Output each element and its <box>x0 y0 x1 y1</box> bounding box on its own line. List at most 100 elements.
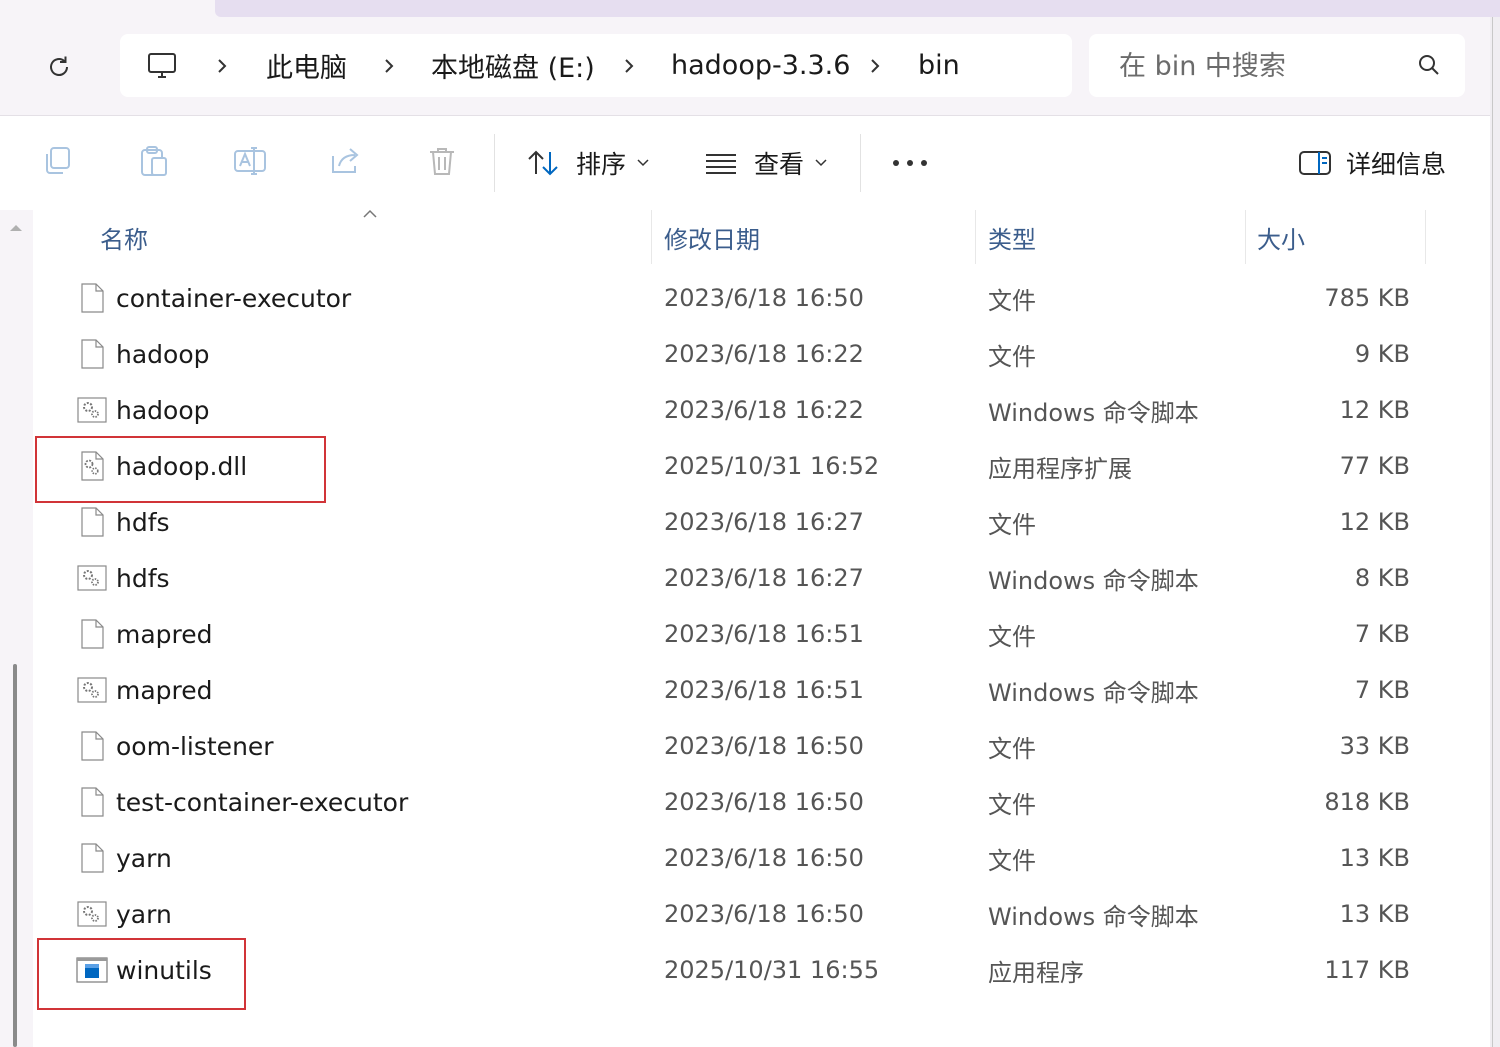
file-name[interactable]: mapred <box>116 606 213 662</box>
search-box[interactable] <box>1089 34 1465 97</box>
search-icon[interactable] <box>1417 53 1441 77</box>
title-strip <box>215 0 1500 17</box>
column-header-size[interactable]: 大小 <box>1257 210 1305 264</box>
file-date: 2023/6/18 16:51 <box>664 676 864 704</box>
script-icon <box>77 677 107 703</box>
share-icon[interactable] <box>329 144 363 178</box>
rename-icon[interactable] <box>233 144 267 178</box>
column-header-type[interactable]: 类型 <box>988 210 1036 264</box>
file-type: Windows 命令脚本 <box>988 678 1199 707</box>
file-size: 7 KB <box>1354 620 1410 648</box>
file-size: 9 KB <box>1354 340 1410 368</box>
breadcrumb-item-hadoop[interactable]: hadoop-3.3.6 <box>671 34 850 97</box>
paste-icon[interactable] <box>137 144 171 178</box>
file-name[interactable]: hdfs <box>116 550 170 606</box>
file-name[interactable]: mapred <box>116 662 213 718</box>
file-date: 2025/10/31 16:52 <box>664 452 880 480</box>
file-name[interactable]: test-container-executor <box>116 774 408 830</box>
file-size: 33 KB <box>1339 732 1410 760</box>
more-button[interactable] <box>890 136 930 190</box>
breadcrumb-item-drive-e[interactable]: 本地磁盘 (E:) <box>431 34 595 97</box>
command-bar: 排序 查看 详细信息 <box>0 115 1490 211</box>
script-icon <box>77 901 107 927</box>
file-row[interactable]: yarn 2023/6/18 16:50 文件 13 KB <box>40 830 1440 886</box>
file-row[interactable]: hadoop.dll 2025/10/31 16:52 应用程序扩展 77 KB <box>40 438 1440 494</box>
script-icon <box>77 397 107 423</box>
file-date: 2023/6/18 16:22 <box>664 396 864 424</box>
chevron-right-icon <box>215 34 229 97</box>
file-name[interactable]: oom-listener <box>116 718 274 774</box>
file-name[interactable]: hadoop <box>116 382 210 438</box>
sort-label: 排序 <box>576 150 627 179</box>
file-type: 应用程序扩展 <box>988 454 1132 483</box>
breadcrumb-item-bin[interactable]: bin <box>918 34 960 97</box>
column-header-name[interactable]: 名称 <box>100 210 148 264</box>
file-row[interactable]: winutils 2025/10/31 16:55 应用程序 117 KB <box>40 942 1440 998</box>
file-date: 2023/6/18 16:50 <box>664 284 864 312</box>
file-row[interactable]: hadoop 2023/6/18 16:22 文件 9 KB <box>40 326 1440 382</box>
file-row[interactable]: container-executor 2023/6/18 16:50 文件 78… <box>40 270 1440 326</box>
file-date: 2025/10/31 16:55 <box>664 956 880 984</box>
column-divider[interactable] <box>975 210 976 264</box>
file-name[interactable]: yarn <box>116 830 172 886</box>
file-row[interactable]: hadoop 2023/6/18 16:22 Windows 命令脚本 12 K… <box>40 382 1440 438</box>
file-icon <box>81 787 104 817</box>
details-pane-icon <box>1299 151 1331 175</box>
chevron-right-icon <box>382 34 396 97</box>
file-size: 818 KB <box>1324 788 1410 816</box>
file-date: 2023/6/18 16:27 <box>664 508 864 536</box>
scroll-up-icon[interactable] <box>8 222 24 234</box>
sort-icon <box>528 150 558 176</box>
file-size: 117 KB <box>1324 956 1410 984</box>
view-button[interactable]: 查看 <box>704 136 828 190</box>
file-type: 应用程序 <box>988 958 1084 987</box>
file-type: 文件 <box>988 622 1036 651</box>
file-row[interactable]: yarn 2023/6/18 16:50 Windows 命令脚本 13 KB <box>40 886 1440 942</box>
file-name[interactable]: container-executor <box>116 270 351 326</box>
file-date: 2023/6/18 16:22 <box>664 340 864 368</box>
exe-icon <box>76 957 108 983</box>
file-name[interactable]: winutils <box>116 942 212 998</box>
column-divider[interactable] <box>1425 210 1426 264</box>
search-input[interactable] <box>1117 44 1411 88</box>
file-type: Windows 命令脚本 <box>988 566 1199 595</box>
breadcrumb[interactable]: 此电脑 本地磁盘 (E:) hadoop-3.3.6 bin <box>120 34 1072 97</box>
file-icon <box>81 731 104 761</box>
file-size: 12 KB <box>1339 396 1410 424</box>
file-size: 13 KB <box>1339 844 1410 872</box>
column-divider[interactable] <box>1245 210 1246 264</box>
column-header-date[interactable]: 修改日期 <box>664 210 760 264</box>
file-row[interactable]: oom-listener 2023/6/18 16:50 文件 33 KB <box>40 718 1440 774</box>
details-label: 详细信息 <box>1346 150 1447 179</box>
file-size: 12 KB <box>1339 508 1410 536</box>
file-row[interactable]: mapred 2023/6/18 16:51 Windows 命令脚本 7 KB <box>40 662 1440 718</box>
file-row[interactable]: test-container-executor 2023/6/18 16:50 … <box>40 774 1440 830</box>
sort-button[interactable]: 排序 <box>526 136 650 190</box>
dll-icon <box>81 451 104 481</box>
file-name[interactable]: hadoop.dll <box>116 438 247 494</box>
file-size: 13 KB <box>1339 900 1410 928</box>
chevron-down-icon <box>815 159 827 167</box>
delete-icon[interactable] <box>425 144 459 178</box>
file-icon <box>81 339 104 369</box>
computer-icon[interactable] <box>146 34 178 97</box>
chevron-right-icon <box>868 34 882 97</box>
breadcrumb-item-this-pc[interactable]: 此电脑 <box>266 34 347 97</box>
file-size: 8 KB <box>1354 564 1410 592</box>
column-divider[interactable] <box>651 210 652 264</box>
file-size: 7 KB <box>1354 676 1410 704</box>
details-button[interactable]: 详细信息 <box>1298 136 1446 190</box>
scrollbar-thumb[interactable] <box>13 664 17 1047</box>
file-icon <box>81 507 104 537</box>
file-row[interactable]: mapred 2023/6/18 16:51 文件 7 KB <box>40 606 1440 662</box>
copy-icon[interactable] <box>41 144 75 178</box>
file-name[interactable]: hdfs <box>116 494 170 550</box>
file-row[interactable]: hdfs 2023/6/18 16:27 文件 12 KB <box>40 494 1440 550</box>
file-name[interactable]: yarn <box>116 886 172 942</box>
file-name[interactable]: hadoop <box>116 326 210 382</box>
file-date: 2023/6/18 16:27 <box>664 564 864 592</box>
refresh-button[interactable] <box>40 48 78 86</box>
file-row[interactable]: hdfs 2023/6/18 16:27 Windows 命令脚本 8 KB <box>40 550 1440 606</box>
view-icon <box>706 154 736 174</box>
file-type: 文件 <box>988 846 1036 875</box>
